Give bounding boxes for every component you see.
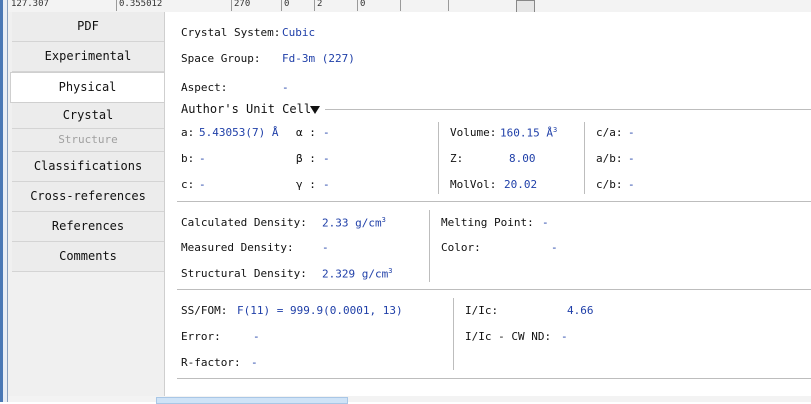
melting-point-label: Melting Point:: [441, 216, 534, 229]
error-label: Error:: [181, 330, 221, 343]
space-group-value: Fd-3m (227): [282, 52, 355, 65]
i-ic-cw-nd-label: I/Ic - CW ND:: [465, 330, 552, 343]
table-cell: 270: [231, 0, 282, 11]
table-cell: 127.307: [8, 0, 117, 11]
divider: [177, 289, 811, 290]
calculated-density-value: 2.33 g/cm3: [322, 216, 386, 230]
c-value: -: [199, 178, 206, 191]
molvol-value: 20.02: [504, 178, 538, 191]
divider: [453, 298, 454, 370]
table-cell: [400, 0, 449, 11]
alpha-value: -: [323, 126, 330, 139]
divider: [177, 378, 811, 379]
sidebar-item-references[interactable]: References: [12, 212, 164, 242]
space-group-label: Space Group:: [181, 52, 261, 65]
structural-density-value: 2.329 g/cm3: [322, 267, 393, 281]
r-factor-label: R-factor:: [181, 356, 241, 369]
color-label: Color:: [441, 241, 481, 254]
r-factor-value: -: [251, 356, 258, 369]
volume-label: Volume:: [450, 126, 497, 139]
collapse-triangle-icon[interactable]: [310, 106, 320, 114]
sidebar-item-cross-references[interactable]: Cross-references: [12, 182, 164, 212]
color-value: -: [551, 241, 558, 254]
aspect-label: Aspect:: [181, 81, 228, 94]
divider: [438, 122, 439, 194]
i-ic-label: I/Ic:: [465, 304, 499, 317]
beta-value: -: [323, 152, 330, 165]
table-cell: 0.355012: [116, 0, 232, 11]
sidebar-item-physical[interactable]: Physical: [10, 72, 164, 103]
crystal-system-value: Cubic: [282, 26, 316, 39]
z-label: Z:: [450, 152, 464, 165]
ss-fom-value: F(11) = 999.9(0.0001, 13): [237, 304, 403, 317]
gamma-label: γ :: [296, 178, 316, 191]
sidebar-item-structure: Structure: [12, 129, 164, 152]
bottom-strip: [8, 396, 811, 404]
structural-density-label: Structural Density:: [181, 267, 307, 280]
z-value: 8.00: [509, 152, 536, 165]
volume-value: 160.15 Å3: [500, 126, 558, 140]
molvol-label: MolVol:: [450, 178, 497, 191]
selected-row-highlight: [156, 397, 348, 404]
measured-density-value: -: [322, 241, 329, 254]
ca-label: c/a:: [596, 126, 623, 139]
error-value: -: [253, 330, 260, 343]
aspect-value: -: [282, 81, 289, 94]
cb-label: c/b:: [596, 178, 623, 191]
table-cell: 2: [314, 0, 358, 11]
gamma-value: -: [323, 178, 330, 191]
sidebar-item-comments[interactable]: Comments: [12, 242, 164, 272]
table-cell: 0: [281, 0, 315, 11]
i-ic-value: 4.66: [567, 304, 594, 317]
ab-value: -: [628, 152, 635, 165]
measured-density-label: Measured Density:: [181, 241, 294, 254]
sidebar-item-pdf[interactable]: PDF: [12, 12, 164, 42]
sidebar-item-experimental[interactable]: Experimental: [12, 42, 164, 72]
sidebar-item-crystal[interactable]: Crystal: [12, 103, 164, 129]
divider: [429, 210, 430, 282]
table-cell: 0: [357, 0, 401, 11]
window-accent-strip: [0, 0, 3, 402]
alpha-label: α :: [296, 126, 316, 139]
sidebar-nav: PDF Experimental Physical Crystal Struct…: [10, 12, 164, 272]
unit-cell-header: Author's Unit Cell: [181, 102, 312, 116]
calculated-density-label: Calculated Density:: [181, 216, 307, 229]
crystal-system-label: Crystal System:: [181, 26, 281, 39]
ss-fom-label: SS/FOM:: [181, 304, 228, 317]
ca-value: -: [628, 126, 635, 139]
c-label: c:: [181, 178, 195, 191]
a-label: a:: [181, 126, 195, 139]
b-value: -: [199, 152, 206, 165]
divider: [177, 201, 811, 202]
sidebar-item-classifications[interactable]: Classifications: [12, 152, 164, 182]
beta-label: β :: [296, 152, 316, 165]
window-left-edge: [0, 0, 8, 402]
ab-label: a/b:: [596, 152, 623, 165]
i-ic-cw-nd-value: -: [561, 330, 568, 343]
melting-point-value: -: [542, 216, 549, 229]
cb-value: -: [628, 178, 635, 191]
physical-content: Crystal System: Cubic Space Group: Fd-3m…: [164, 12, 811, 396]
a-value: 5.43053(7) Å: [199, 126, 279, 139]
b-label: b:: [181, 152, 195, 165]
divider: [325, 109, 811, 110]
divider: [584, 122, 585, 194]
